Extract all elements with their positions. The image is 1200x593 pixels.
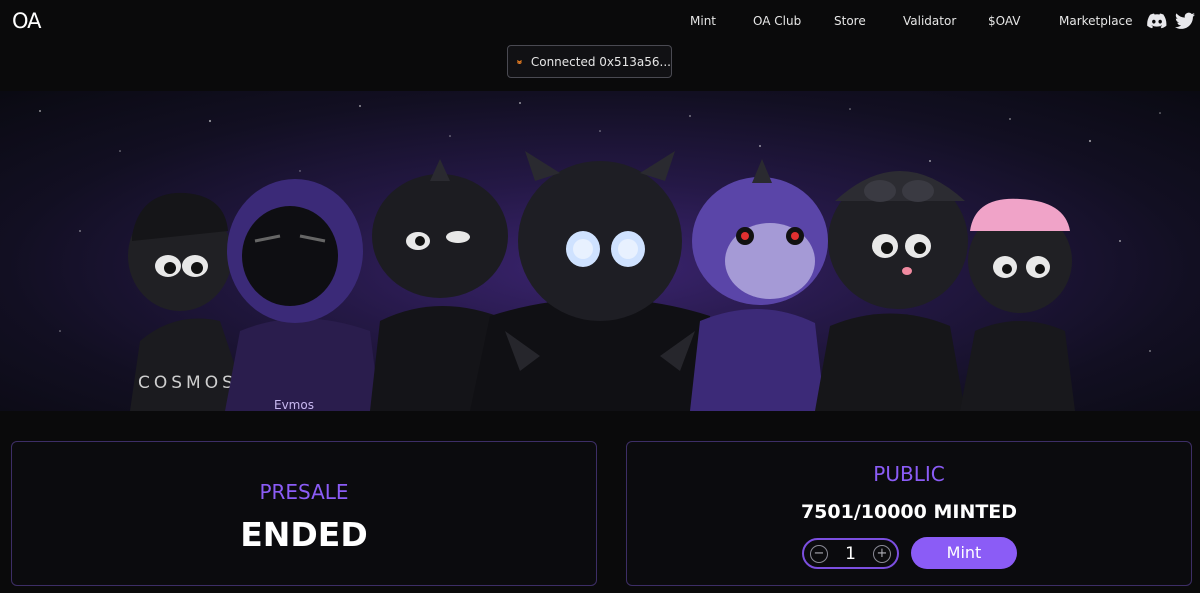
nav-link-validator[interactable]: Validator bbox=[903, 14, 956, 28]
presale-card: PRESALE ENDED bbox=[11, 441, 597, 586]
presale-status: ENDED bbox=[240, 515, 368, 554]
nav-link-oav[interactable]: $OAV bbox=[988, 14, 1021, 28]
character-pink-beanie-monkey bbox=[960, 198, 1075, 411]
quantity-input[interactable] bbox=[835, 543, 866, 564]
character-center-robot bbox=[470, 151, 730, 411]
character-evmos-diver: Evmos bbox=[225, 179, 380, 411]
hero-characters-illustration: COSMOS Evmos bbox=[39, 102, 1161, 411]
presale-title: PRESALE bbox=[259, 480, 349, 504]
nav-link-store[interactable]: Store bbox=[834, 14, 866, 28]
wallet-connected-button[interactable]: Connected 0x513a56... bbox=[507, 45, 672, 78]
cosmos-shirt-text: COSMOS bbox=[138, 373, 237, 393]
wallet-address-label: Connected 0x513a56... bbox=[530, 54, 671, 69]
top-navigation-bar: OA Mint OA Club Store Validator $OAV Mar… bbox=[0, 0, 1200, 44]
oa-logo[interactable]: OA bbox=[12, 9, 42, 33]
metamask-fox-icon bbox=[517, 59, 522, 64]
public-sale-card: PUBLIC 7501/10000 MINTED − + Mint bbox=[626, 441, 1192, 586]
nav-link-marketplace[interactable]: Marketplace bbox=[1059, 14, 1133, 28]
decrement-button[interactable]: − bbox=[810, 544, 828, 563]
minted-count: 7501/10000 MINTED bbox=[800, 501, 1018, 523]
nav-link-mint[interactable]: Mint bbox=[690, 14, 716, 28]
public-title: PUBLIC bbox=[873, 462, 945, 486]
twitter-icon[interactable] bbox=[1175, 12, 1195, 30]
mint-button[interactable]: Mint bbox=[911, 537, 1017, 569]
increment-button[interactable]: + bbox=[873, 544, 891, 563]
character-purple-monkey bbox=[690, 159, 828, 411]
character-goggles-monkey bbox=[815, 171, 968, 411]
hero-banner: COSMOS Evmos bbox=[0, 91, 1200, 411]
quantity-stepper: − + bbox=[802, 538, 899, 569]
discord-icon[interactable] bbox=[1147, 12, 1167, 30]
nav-link-oa-club[interactable]: OA Club bbox=[753, 14, 801, 28]
evmos-suit-text: Evmos bbox=[274, 398, 314, 411]
